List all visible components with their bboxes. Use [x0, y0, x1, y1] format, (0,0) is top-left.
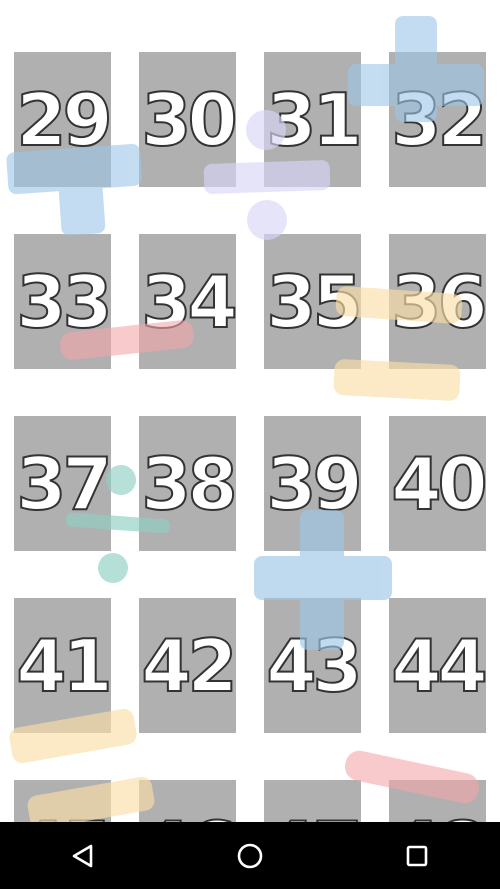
- number-tile[interactable]: 30: [139, 52, 239, 187]
- number-tile[interactable]: 35: [264, 234, 364, 369]
- number-tile[interactable]: 31: [264, 52, 364, 187]
- number-tile[interactable]: 46: [139, 780, 239, 823]
- tile-number: 34: [140, 259, 238, 344]
- tile-number: 48: [390, 811, 488, 823]
- number-tile[interactable]: 37: [14, 416, 114, 551]
- number-tile[interactable]: 29: [14, 52, 114, 187]
- system-navigation-bar: [0, 822, 500, 889]
- tile-number: 38: [140, 441, 238, 526]
- number-tile[interactable]: 32: [389, 52, 489, 187]
- tile-number: 37: [15, 441, 113, 526]
- tile-number: 36: [390, 259, 488, 344]
- number-tile[interactable]: 34: [139, 234, 239, 369]
- back-button[interactable]: [53, 826, 113, 886]
- number-tile[interactable]: 39: [264, 416, 364, 551]
- number-tile[interactable]: 44: [389, 598, 489, 733]
- number-tile[interactable]: 43: [264, 598, 364, 733]
- tile-number: 39: [265, 441, 363, 526]
- tile-number: 29: [15, 77, 113, 162]
- number-tile[interactable]: 41: [14, 598, 114, 733]
- tile-number: 32: [390, 77, 488, 162]
- tile-number: 41: [15, 623, 113, 708]
- home-button[interactable]: [220, 826, 280, 886]
- tile-number: 40: [390, 441, 488, 526]
- number-grid: 29 30 31 32 33 34 35 36 37 38 39 40 41 4…: [0, 0, 500, 822]
- back-triangle-icon: [73, 844, 93, 867]
- number-tile[interactable]: 48: [389, 780, 489, 823]
- tile-number: 42: [140, 623, 238, 708]
- number-tile[interactable]: 40: [389, 416, 489, 551]
- recents-square-icon: [406, 845, 427, 866]
- tile-number: 33: [15, 259, 113, 344]
- number-tile[interactable]: 42: [139, 598, 239, 733]
- number-tile[interactable]: 36: [389, 234, 489, 369]
- number-tile[interactable]: 38: [139, 416, 239, 551]
- number-tile[interactable]: 33: [14, 234, 114, 369]
- tile-number: 30: [140, 77, 238, 162]
- tile-number: 44: [390, 623, 488, 708]
- number-tile[interactable]: 45: [14, 780, 114, 823]
- tile-number: 47: [265, 811, 363, 823]
- tile-number: 35: [265, 259, 363, 344]
- recents-button[interactable]: [387, 826, 447, 886]
- number-tile[interactable]: 47: [264, 780, 364, 823]
- tile-number: 46: [140, 811, 238, 823]
- tile-number: 31: [265, 77, 363, 162]
- home-circle-icon: [237, 843, 263, 868]
- tile-number: 45: [15, 811, 113, 823]
- tile-number: 43: [265, 623, 363, 708]
